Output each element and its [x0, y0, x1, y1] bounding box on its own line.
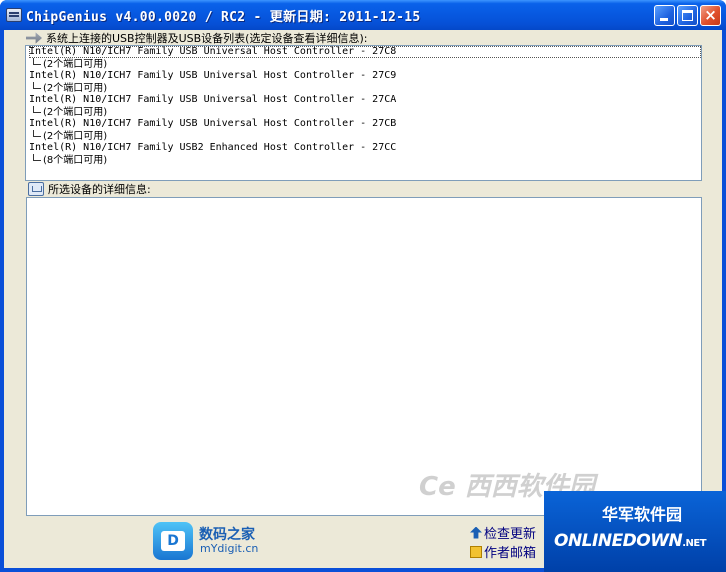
app-icon[interactable] [6, 8, 22, 22]
app-window: ChipGenius v4.00.0020 / RC2 - 更新日期: 2011… [0, 0, 726, 572]
close-icon: × [704, 6, 717, 24]
check-update-label: 检查更新 [484, 527, 537, 542]
tree-connector-icon [33, 58, 41, 65]
onlinedown-badge: 华军软件园 ONLINEDOWN.NET [544, 491, 726, 572]
mydigit-logo-icon: D [161, 531, 185, 551]
brand-name-link[interactable]: 数码之家 [199, 524, 255, 544]
title-bar[interactable]: ChipGenius v4.00.0020 / RC2 - 更新日期: 2011… [0, 0, 726, 30]
update-arrow-icon [470, 526, 482, 539]
device-ports: (2个端口可用) [29, 106, 701, 118]
close-button[interactable]: × [700, 5, 721, 26]
device-ports: (2个端口可用) [29, 130, 701, 142]
tree-connector-icon [33, 130, 41, 137]
device-item[interactable]: Intel(R) N10/ICH7 Family USB Universal H… [26, 46, 701, 70]
device-name: Intel(R) N10/ICH7 Family USB Universal H… [29, 70, 397, 81]
device-name: Intel(R) N10/ICH7 Family USB2 Enhanced H… [29, 142, 397, 153]
device-name: Intel(R) N10/ICH7 Family USB Universal H… [29, 46, 701, 58]
client-area: 系统上连接的USB控制器及USB设备列表(选定设备查看详细信息): Intel(… [4, 30, 722, 568]
device-ports: (2个端口可用) [29, 58, 701, 70]
badge-cn-text: 华军软件园 [602, 505, 683, 524]
device-name: Intel(R) N10/ICH7 Family USB Universal H… [29, 94, 397, 105]
device-ports: (2个端口可用) [29, 82, 701, 94]
badge-en-text: ONLINEDOWN.NET [554, 531, 707, 551]
device-name: Intel(R) N10/ICH7 Family USB Universal H… [29, 118, 397, 129]
details-panel[interactable]: Ce 西西软件园 [26, 197, 702, 516]
mail-icon [470, 545, 482, 558]
details-icon [28, 182, 44, 196]
tree-connector-icon [33, 106, 41, 113]
device-list-header: 系统上连接的USB控制器及USB设备列表(选定设备查看详细信息): [26, 30, 367, 46]
mydigit-logo[interactable]: D [153, 522, 193, 560]
device-item[interactable]: Intel(R) N10/ICH7 Family USB Universal H… [26, 70, 701, 94]
device-item[interactable]: Intel(R) N10/ICH7 Family USB2 Enhanced H… [26, 142, 701, 166]
device-ports: (8个端口可用) [29, 154, 701, 166]
tree-connector-icon [33, 82, 41, 89]
author-email-label: 作者邮箱 [484, 546, 537, 561]
brand-url-link[interactable]: mYdigit.cn [200, 542, 258, 555]
details-header: 所选设备的详细信息: [28, 181, 151, 197]
author-email-link[interactable]: 作者邮箱 [470, 542, 536, 561]
minimize-icon [660, 18, 668, 21]
usb-icon [26, 32, 42, 44]
tree-connector-icon [33, 154, 41, 161]
device-list-label: 系统上连接的USB控制器及USB设备列表(选定设备查看详细信息): [46, 32, 368, 45]
device-item[interactable]: Intel(R) N10/ICH7 Family USB Universal H… [26, 118, 701, 142]
details-label: 所选设备的详细信息: [48, 183, 151, 196]
device-item[interactable]: Intel(R) N10/ICH7 Family USB Universal H… [26, 94, 701, 118]
check-update-link[interactable]: 检查更新 [470, 523, 536, 542]
window-title: ChipGenius v4.00.0020 / RC2 - 更新日期: 2011… [26, 10, 421, 25]
maximize-button[interactable] [677, 5, 698, 26]
maximize-icon [682, 10, 693, 21]
minimize-button[interactable] [654, 5, 675, 26]
device-list[interactable]: Intel(R) N10/ICH7 Family USB Universal H… [25, 45, 702, 181]
